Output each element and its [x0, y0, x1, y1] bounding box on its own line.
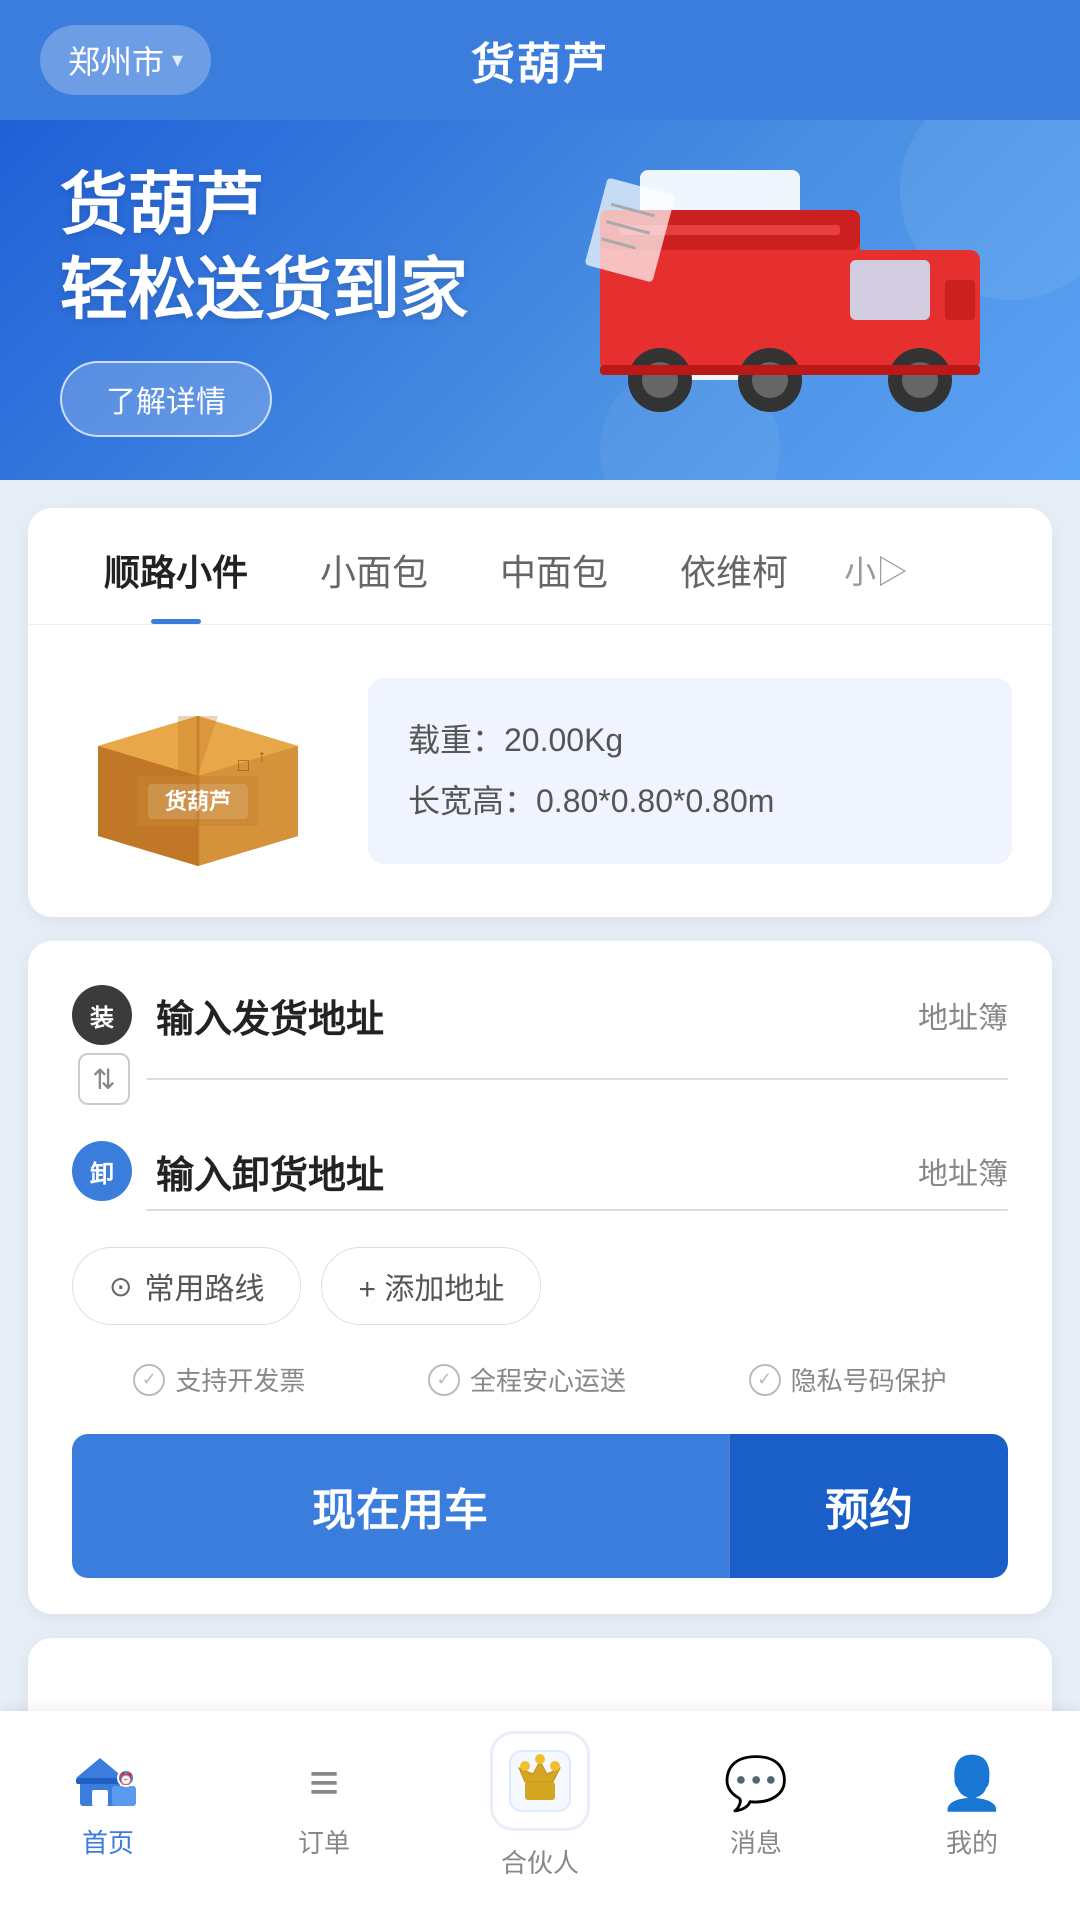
unload-address-book[interactable]: 地址簿: [918, 1149, 1008, 1193]
svg-text:⏰: ⏰: [119, 1771, 134, 1786]
package-info: 载重：20.00Kg 长宽高：0.80*0.80*0.80m: [368, 678, 1012, 864]
check-icon-privacy: ✓: [749, 1364, 781, 1396]
load-input-row: ⇅: [72, 1053, 1008, 1105]
message-icon: 💬: [724, 1751, 788, 1815]
banner-illustration: [540, 160, 1020, 440]
feature-privacy: ✓ 隐私号码保护: [749, 1361, 947, 1398]
nav-orders-label: 订单: [298, 1823, 350, 1860]
nav-home[interactable]: ⏰ 首页: [28, 1751, 188, 1860]
home-icon: ⏰: [76, 1751, 140, 1815]
orders-icon: ≡: [292, 1751, 356, 1815]
load-address-input[interactable]: [146, 1078, 1008, 1080]
unload-address-input[interactable]: [146, 1209, 1008, 1211]
address-card: 装 输入发货地址 地址簿 ⇅ 卸 输入卸货地址 地址簿 ⊙ 常用路线 + 添加地…: [28, 941, 1052, 1614]
bottom-nav: ⏰ 首页 ≡ 订单 合伙人 💬 消息 👤 我的: [0, 1711, 1080, 1920]
tab-zhongmianbao[interactable]: 中面包: [464, 508, 644, 624]
nav-partner-label: 合伙人: [501, 1843, 579, 1880]
unload-address-row: 卸 输入卸货地址 地址簿: [72, 1141, 1008, 1201]
check-icon-safe: ✓: [428, 1364, 460, 1396]
add-address-button[interactable]: + 添加地址: [321, 1247, 541, 1325]
tab-xiaomianbao[interactable]: 小面包: [284, 508, 464, 624]
nav-messages-label: 消息: [730, 1823, 782, 1860]
nav-profile-label: 我的: [946, 1823, 998, 1860]
banner: 货葫芦 轻松送货到家 了解详情: [0, 120, 1080, 480]
weight-info: 载重：20.00Kg: [408, 710, 972, 771]
tabs-row: 顺路小件 小面包 中面包 依维柯 小▷: [28, 508, 1052, 625]
nav-orders[interactable]: ≡ 订单: [244, 1751, 404, 1860]
dimension-info: 长宽高：0.80*0.80*0.80m: [408, 771, 972, 832]
reserve-button[interactable]: 预约: [728, 1434, 1008, 1578]
partner-icon: [490, 1731, 590, 1831]
location-icon: ⊙: [109, 1270, 132, 1303]
svg-text:□: □: [238, 755, 249, 775]
route-row: ⊙ 常用路线 + 添加地址: [72, 1247, 1008, 1325]
load-address-book[interactable]: 地址簿: [918, 993, 1008, 1037]
swap-icon[interactable]: ⇅: [78, 1053, 130, 1105]
banner-text: 货葫芦 轻松送货到家 了解详情: [60, 163, 540, 437]
nav-messages[interactable]: 💬 消息: [676, 1751, 836, 1860]
load-address-label[interactable]: 输入发货地址: [156, 988, 894, 1043]
check-icon-invoice: ✓: [133, 1364, 165, 1396]
nav-partner[interactable]: 合伙人: [460, 1731, 620, 1880]
tab-yiweike[interactable]: 依维柯: [644, 508, 824, 624]
banner-detail-button[interactable]: 了解详情: [60, 361, 272, 437]
unload-input-row: [72, 1209, 1008, 1211]
tab-more-icon[interactable]: 小▷: [824, 511, 908, 621]
tab-shunlu[interactable]: 顺路小件: [68, 508, 284, 624]
load-badge: 装: [72, 985, 132, 1045]
features-row: ✓ 支持开发票 ✓ 全程安心运送 ✓ 隐私号码保护: [72, 1361, 1008, 1398]
header: 郑州市 ▾ 货葫芦: [0, 0, 1080, 120]
unload-badge: 卸: [72, 1141, 132, 1201]
banner-title: 货葫芦 轻松送货到家: [60, 163, 540, 333]
chevron-down-icon: ▾: [172, 47, 183, 73]
profile-icon: 👤: [940, 1751, 1004, 1815]
unload-address-label[interactable]: 输入卸货地址: [156, 1144, 894, 1199]
use-now-button[interactable]: 现在用车: [72, 1434, 728, 1578]
city-selector[interactable]: 郑州市 ▾: [40, 25, 211, 95]
page-title: 货葫芦: [471, 28, 609, 92]
feature-invoice: ✓ 支持开发票: [133, 1361, 305, 1398]
nav-home-label: 首页: [82, 1823, 134, 1860]
feature-safe: ✓ 全程安心运送: [428, 1361, 626, 1398]
svg-text:↑: ↑: [258, 748, 266, 765]
package-row: 货葫芦 □ ↑ 载重：20.00Kg 长宽高：0.80*0.80*0.80m: [28, 625, 1052, 917]
action-row: 现在用车 预约: [72, 1434, 1008, 1578]
common-route-button[interactable]: ⊙ 常用路线: [72, 1247, 301, 1325]
city-name: 郑州市: [68, 37, 164, 83]
box-icon: 货葫芦 □ ↑: [78, 666, 318, 876]
service-card: 顺路小件 小面包 中面包 依维柯 小▷: [28, 508, 1052, 917]
package-image: 货葫芦 □ ↑: [68, 661, 328, 881]
load-address-row: 装 输入发货地址 地址簿: [72, 985, 1008, 1045]
nav-profile[interactable]: 👤 我的: [892, 1751, 1052, 1860]
